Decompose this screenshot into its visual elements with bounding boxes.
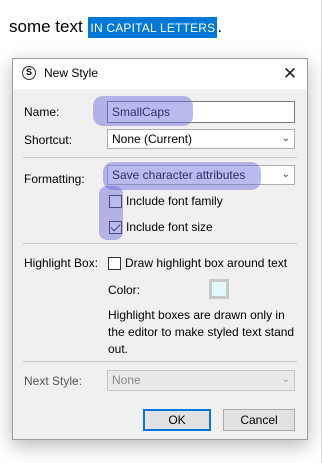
shortcut-dropdown[interactable]: None (Current) ⌄ [107,129,295,149]
next-style-value: None [112,373,141,387]
highlight-box-label: Highlight Box: [24,256,99,270]
color-label: Color: [108,283,141,297]
annotation-highlight-name [93,96,193,126]
next-style-label: Next Style: [24,374,83,388]
include-font-family-label[interactable]: Include font family [126,194,223,208]
draw-highlight-box-checkbox[interactable] [108,257,121,270]
separator [23,361,297,362]
shortcut-value: None (Current) [112,132,193,146]
close-icon[interactable]: ✕ [273,59,307,89]
app-icon: S [22,66,36,80]
highlight-note: Highlight boxes are drawn only in the ed… [108,308,295,356]
include-font-size-label[interactable]: Include font size [126,220,213,234]
shortcut-label: Shortcut: [24,133,73,147]
annotation-highlight-checkboxes [99,186,123,240]
draw-highlight-box-label[interactable]: Draw highlight box around text [125,256,287,270]
ok-button[interactable]: OK [143,409,211,431]
highlight-color-swatch[interactable] [209,279,229,299]
separator [23,243,297,244]
new-style-dialog: S New Style ✕ Name: SmallCaps Shortcut: … [12,58,308,440]
annotation-highlight-formatting [103,162,261,190]
cancel-button[interactable]: Cancel [223,409,295,431]
chevron-down-icon: ⌄ [281,374,290,385]
dialog-titlebar[interactable]: S New Style ✕ [13,59,307,89]
separator [23,157,297,158]
selected-text[interactable]: IN CAPITAL LETTERS [88,17,218,38]
trailing-text: . [217,17,223,36]
color-swatch-fill [212,282,226,296]
chevron-down-icon: ⌄ [281,169,290,180]
plain-text: some text [9,17,88,36]
formatting-label: Formatting: [24,172,85,186]
name-label: Name: [24,105,60,119]
chevron-down-icon: ⌄ [281,133,290,144]
document-text-line[interactable]: some text IN CAPITAL LETTERS. [9,16,222,39]
next-style-dropdown[interactable]: None ⌄ [107,370,295,391]
dialog-title: New Style [44,66,99,80]
